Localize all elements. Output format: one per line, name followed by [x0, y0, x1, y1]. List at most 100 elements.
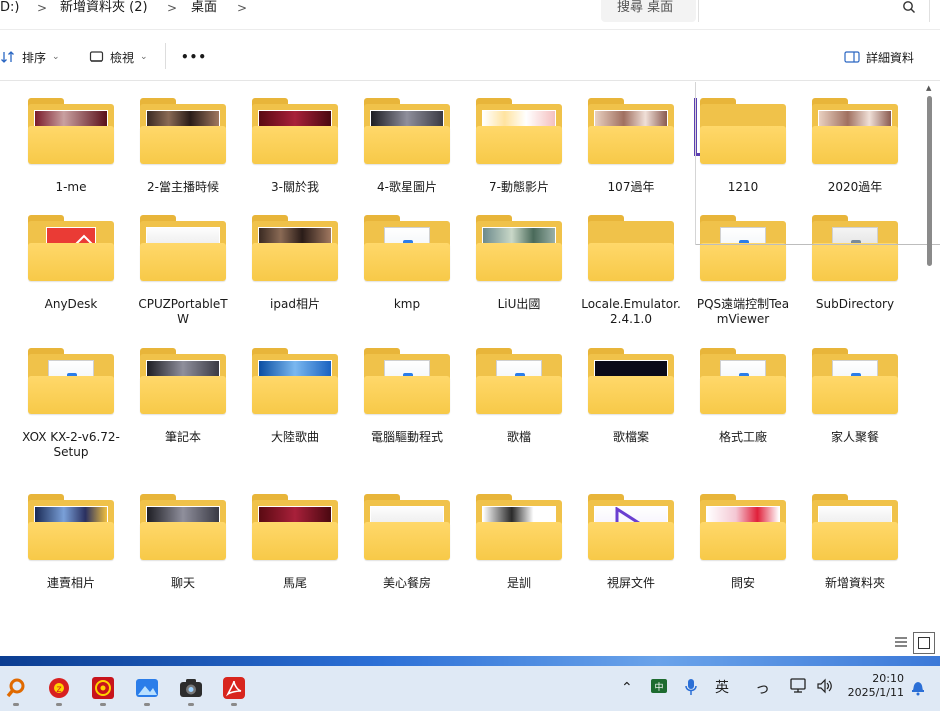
folder-item[interactable]: kmp — [355, 215, 459, 312]
notification-bell-icon[interactable] — [910, 678, 926, 698]
folder-item[interactable]: 1210 — [691, 98, 795, 195]
folder-item[interactable]: 是訓 — [467, 494, 571, 591]
desktop-wallpaper-strip — [0, 656, 940, 666]
folder-item[interactable]: 電腦驅動程式 — [355, 348, 459, 445]
breadcrumb-current[interactable]: 桌面 — [191, 0, 217, 16]
search-taskbar-icon[interactable] — [4, 676, 28, 700]
running-indicator — [144, 703, 150, 706]
folder-icon — [812, 348, 898, 416]
search-input[interactable]: 搜尋 桌面 — [617, 0, 673, 16]
volume-icon[interactable] — [816, 678, 834, 698]
more-options-button[interactable]: ••• — [181, 48, 207, 66]
ime-mode-icon[interactable]: っ — [755, 678, 770, 698]
folder-item[interactable]: XOX KX-2-v6.72-Setup — [19, 348, 123, 460]
folder-name: 問安 — [730, 576, 755, 590]
folder-item[interactable]: 2020過年 — [803, 98, 907, 195]
running-indicator — [231, 703, 237, 706]
chevron-right-icon[interactable]: > — [237, 0, 247, 16]
breadcrumb-drive[interactable]: D:) — [0, 0, 19, 16]
folder-item[interactable]: AnyDesk — [19, 215, 123, 312]
chevron-right-icon[interactable]: > — [167, 0, 177, 16]
show-hidden-icons-icon[interactable]: ⌃ — [621, 678, 633, 698]
photos-app-icon[interactable] — [135, 676, 159, 700]
folder-icon — [140, 348, 226, 416]
folder-item[interactable]: 7-動態影片 — [467, 98, 571, 195]
folder-icon — [252, 98, 338, 166]
folder-item[interactable]: 視屏文件 — [579, 494, 683, 591]
view-label: 檢視 — [110, 50, 135, 65]
folder-icon — [140, 98, 226, 166]
folder-item[interactable]: 2-當主播時候 — [131, 98, 235, 195]
app-icon-red-swirl[interactable]: z — [47, 676, 71, 700]
folder-item[interactable]: ipad相片 — [243, 215, 347, 312]
network-icon[interactable] — [790, 678, 808, 698]
folder-item[interactable]: 大陸歌曲 — [243, 348, 347, 445]
folder-item[interactable]: 問安 — [691, 494, 795, 591]
details-view-icon[interactable] — [893, 634, 909, 650]
search-field-extension[interactable] — [698, 0, 930, 22]
folder-icon — [28, 215, 114, 283]
folder-item[interactable]: LiU出國 — [467, 215, 571, 312]
folder-name: 格式工廠 — [718, 430, 767, 444]
view-button[interactable]: 檢視 ⌄ — [89, 48, 148, 66]
acrobat-app-icon[interactable] — [222, 676, 246, 700]
folder-item[interactable]: 格式工廠 — [691, 348, 795, 445]
details-pane-button[interactable]: 詳細資料 — [844, 48, 914, 66]
folder-item[interactable]: 1-me — [19, 98, 123, 195]
folder-item[interactable]: 筆記本 — [131, 348, 235, 445]
folder-icon — [140, 215, 226, 283]
input-language-indicator[interactable]: 英 — [715, 678, 729, 698]
folder-item[interactable]: 馬尾 — [243, 494, 347, 591]
folder-item[interactable]: 家人聚餐 — [803, 348, 907, 445]
folder-name: AnyDesk — [44, 297, 98, 311]
folder-item[interactable]: 3-關於我 — [243, 98, 347, 195]
command-bar: 排序 ⌄ 檢視 ⌄ ••• 詳細資料 — [0, 31, 940, 81]
search-box[interactable]: 搜尋 桌面 — [601, 0, 696, 22]
more-icon: ••• — [181, 50, 208, 64]
folder-name: SubDirectory — [815, 297, 895, 311]
view-icon — [89, 51, 104, 62]
folder-icon — [476, 348, 562, 416]
window-edge — [695, 82, 696, 245]
vertical-scrollbar[interactable] — [927, 96, 932, 266]
folder-item[interactable]: CPUZPortableTW — [131, 215, 235, 327]
folder-name: 3-關於我 — [271, 180, 319, 194]
folder-item[interactable]: 美心餐房 — [355, 494, 459, 591]
folder-item[interactable]: PQS遠端控制TeamViewer — [691, 215, 795, 327]
microphone-icon[interactable] — [684, 678, 698, 698]
folder-icon — [812, 215, 898, 283]
folder-item[interactable]: 107過年 — [579, 98, 683, 195]
folder-item[interactable]: 連賣相片 — [19, 494, 123, 591]
app-icon-red-emblem[interactable] — [91, 676, 115, 700]
folder-item[interactable]: Locale.Emulator.2.4.1.0 — [579, 215, 683, 327]
folder-icon — [812, 98, 898, 166]
folder-icon — [252, 215, 338, 283]
folder-name: 歌檔案 — [612, 430, 649, 444]
address-bar[interactable]: D:) > 新增資料夾 (2) > 桌面 > 搜尋 桌面 — [0, 0, 940, 30]
search-icon[interactable] — [902, 0, 916, 14]
file-list[interactable]: 1-me 2-當主播時候 3-關於我 4-歌星圖片 7-動態影片 107過年 1210 202… — [0, 82, 940, 632]
folder-name: 1-me — [55, 180, 87, 194]
running-indicator — [13, 703, 19, 706]
folder-item[interactable]: 歌檔案 — [579, 348, 683, 445]
camera-app-icon[interactable] — [179, 676, 203, 700]
folder-icon — [700, 215, 786, 283]
svg-text:中: 中 — [654, 681, 663, 693]
system-clock[interactable]: 20:10 2025/1/11 — [842, 672, 904, 700]
folder-icon — [252, 494, 338, 562]
folder-item[interactable]: SubDirectory — [803, 215, 907, 312]
large-icons-view-icon[interactable] — [913, 632, 935, 654]
scroll-up-icon[interactable]: ▲ — [926, 84, 931, 92]
folder-item[interactable]: 歌檔 — [467, 348, 571, 445]
chevron-right-icon[interactable]: > — [37, 0, 47, 16]
svg-text:z: z — [56, 684, 61, 695]
folder-name: CPUZPortableTW — [138, 297, 228, 326]
breadcrumb-folder[interactable]: 新增資料夾 (2) — [60, 0, 148, 16]
folder-name: 2-當主播時候 — [147, 180, 219, 194]
app-tray-icon[interactable]: 中 — [650, 678, 668, 698]
folder-item[interactable]: 新增資料夾 — [803, 494, 907, 591]
status-bar — [0, 632, 940, 656]
folder-item[interactable]: 4-歌星圖片 — [355, 98, 459, 195]
sort-button[interactable]: 排序 ⌄ — [0, 48, 60, 66]
folder-item[interactable]: 聊天 — [131, 494, 235, 591]
